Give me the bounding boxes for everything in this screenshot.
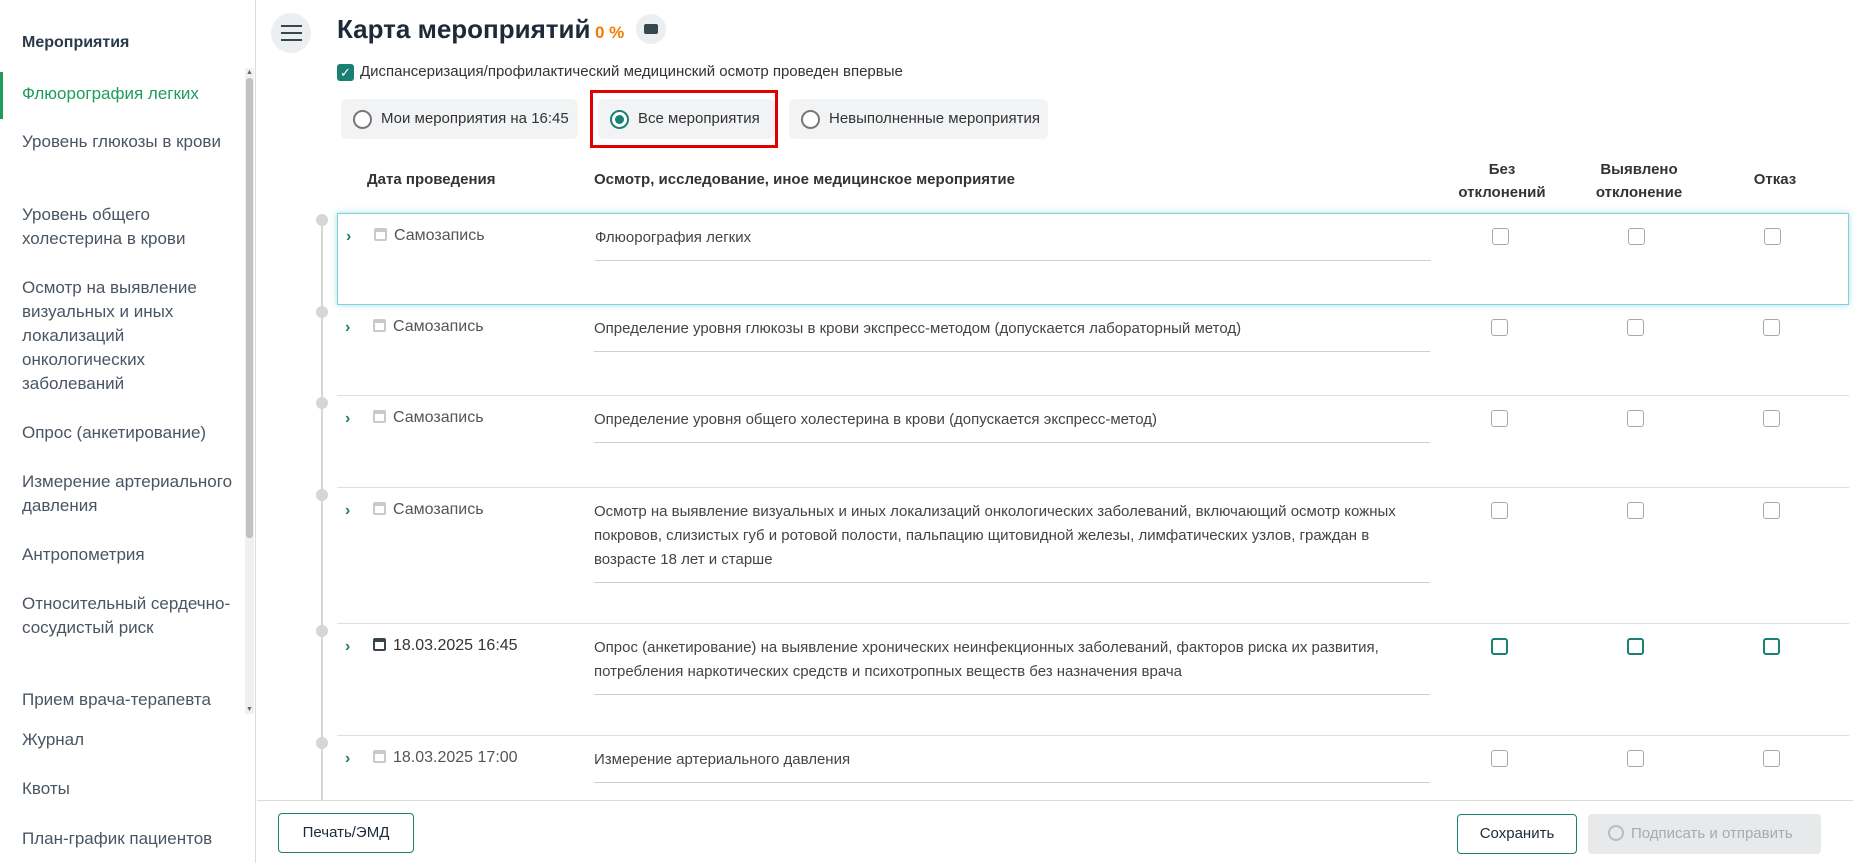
- sidebar-item-blood-pressure[interactable]: Измерение артериального давления: [0, 470, 244, 518]
- table-row[interactable]: › 18.03.2025 17:00 Измерение артериально…: [337, 736, 1849, 800]
- table-row[interactable]: › Самозапись Определение уровня глюкозы …: [337, 305, 1849, 396]
- sidebar-item-oncology-exam[interactable]: Осмотр на выявление визуальных и иных ло…: [0, 276, 244, 396]
- col-deviation: Выявлено отклонение: [1595, 161, 1683, 201]
- row-description: Определение уровня глюкозы в крови экспр…: [594, 317, 1430, 352]
- no-deviation-checkbox[interactable]: [1491, 502, 1508, 519]
- refuse-checkbox[interactable]: [1763, 638, 1780, 655]
- expand-chevron-icon[interactable]: ›: [345, 750, 350, 768]
- refuse-checkbox[interactable]: [1763, 502, 1780, 519]
- sidebar-scrollbar[interactable]: ▲ ▼: [245, 68, 254, 714]
- sign-send-button[interactable]: Подписать и отправить: [1588, 814, 1821, 854]
- no-deviation-checkbox[interactable]: [1491, 319, 1508, 336]
- calendar-icon: [373, 319, 386, 332]
- row-date: 18.03.2025 16:45: [393, 637, 518, 654]
- row-date: Самозапись: [393, 409, 484, 426]
- first-time-label: Диспансеризация/профилактический медицин…: [360, 63, 903, 80]
- sidebar-item-cholesterol[interactable]: Уровень общего холестерина в крови: [0, 203, 244, 251]
- timeline-dot: [316, 306, 328, 318]
- nav-quotas[interactable]: Квоты: [0, 779, 256, 799]
- calendar-icon: [373, 750, 386, 763]
- scroll-down-icon[interactable]: ▼: [245, 705, 254, 714]
- sidebar-item-anthropometry[interactable]: Антропометрия: [0, 543, 244, 567]
- scroll-up-icon[interactable]: ▲: [245, 68, 254, 77]
- first-time-checkbox[interactable]: ✓: [337, 64, 354, 81]
- expand-chevron-icon[interactable]: ›: [345, 319, 350, 337]
- expand-chevron-icon[interactable]: ›: [346, 228, 351, 246]
- sidebar-title: Мероприятия: [22, 34, 130, 51]
- row-description: Измерение артериального давления: [594, 748, 1430, 783]
- deviation-checkbox[interactable]: [1627, 750, 1644, 767]
- row-description: Осмотр на выявление визуальных и иных ло…: [594, 500, 1430, 583]
- deviation-checkbox[interactable]: [1627, 319, 1644, 336]
- nav-patient-schedule[interactable]: План-график пациентов: [0, 829, 256, 849]
- print-emd-button[interactable]: Печать/ЭМД: [278, 813, 414, 853]
- calendar-icon: [374, 228, 387, 241]
- timeline-dot: [316, 625, 328, 637]
- sidebar: Мероприятия Флюорография легких Уровень …: [0, 0, 256, 863]
- sidebar-item-glucose[interactable]: Уровень глюкозы в крови: [0, 130, 244, 154]
- radio-icon: [801, 110, 820, 129]
- timeline-dot: [316, 489, 328, 501]
- highlight-frame: [590, 90, 778, 148]
- sidebar-item-fluorography[interactable]: Флюорография легких: [0, 72, 244, 119]
- radio-icon: [353, 110, 372, 129]
- table-row[interactable]: › Самозапись Осмотр на выявление визуаль…: [337, 488, 1849, 624]
- sidebar-item-survey[interactable]: Опрос (анкетирование): [0, 421, 244, 445]
- table-row[interactable]: › Самозапись Флюорография легких: [337, 213, 1849, 305]
- calendar-icon: [373, 638, 386, 651]
- col-no-deviation: Без отклонений: [1458, 161, 1546, 201]
- refuse-checkbox[interactable]: [1763, 319, 1780, 336]
- deviation-checkbox[interactable]: [1627, 502, 1644, 519]
- refuse-checkbox[interactable]: [1764, 228, 1781, 245]
- nav-journal[interactable]: Журнал: [0, 730, 256, 750]
- filter-my-events[interactable]: Мои мероприятия на 16:45: [341, 99, 578, 139]
- sidebar-item-cardio-risk[interactable]: Относительный сердечно-сосудистый риск: [0, 592, 244, 640]
- sidebar-item-therapist[interactable]: Прием врача-терапевта: [0, 688, 244, 712]
- scrollbar-thumb[interactable]: [246, 78, 253, 538]
- row-date: 18.03.2025 17:00: [393, 749, 518, 766]
- timeline-dot: [316, 214, 328, 226]
- calendar-icon: [373, 410, 386, 423]
- row-description: Опрос (анкетирование) на выявление хрони…: [594, 636, 1430, 695]
- keyboard-icon[interactable]: [636, 14, 666, 44]
- refuse-checkbox[interactable]: [1763, 410, 1780, 427]
- row-description: Определение уровня общего холестерина в …: [594, 408, 1430, 443]
- row-date: Самозапись: [393, 318, 484, 335]
- timeline-dot: [316, 737, 328, 749]
- expand-chevron-icon[interactable]: ›: [345, 638, 350, 656]
- progress-percent: 0 %: [595, 23, 625, 42]
- page-title: Карта мероприятий: [337, 14, 591, 44]
- row-description: Флюорография легких: [595, 226, 1431, 261]
- no-deviation-checkbox[interactable]: [1492, 228, 1509, 245]
- no-deviation-checkbox[interactable]: [1491, 638, 1508, 655]
- calendar-icon: [373, 502, 386, 515]
- no-deviation-checkbox[interactable]: [1491, 750, 1508, 767]
- col-date: Дата проведения: [367, 171, 496, 188]
- row-date: Самозапись: [393, 501, 484, 518]
- col-refuse: Отказ: [1753, 171, 1797, 188]
- save-button[interactable]: Сохранить: [1457, 814, 1577, 854]
- table-row[interactable]: › 18.03.2025 16:45 Опрос (анкетирование)…: [337, 624, 1849, 736]
- signature-icon: [1608, 825, 1624, 841]
- menu-icon[interactable]: [271, 13, 311, 53]
- sidebar-list: Флюорография легких Уровень глюкозы в кр…: [0, 68, 244, 714]
- deviation-checkbox[interactable]: [1628, 228, 1645, 245]
- expand-chevron-icon[interactable]: ›: [345, 502, 350, 520]
- footer-bar: Печать/ЭМД Сохранить Подписать и отправи…: [257, 800, 1853, 863]
- refuse-checkbox[interactable]: [1763, 750, 1780, 767]
- row-date: Самозапись: [394, 227, 485, 244]
- expand-chevron-icon[interactable]: ›: [345, 410, 350, 428]
- filter-pending-events[interactable]: Невыполненные мероприятия: [789, 99, 1048, 139]
- no-deviation-checkbox[interactable]: [1491, 410, 1508, 427]
- timeline-dot: [316, 397, 328, 409]
- deviation-checkbox[interactable]: [1627, 410, 1644, 427]
- table-row[interactable]: › Самозапись Определение уровня общего х…: [337, 396, 1849, 488]
- deviation-checkbox[interactable]: [1627, 638, 1644, 655]
- col-event: Осмотр, исследование, иное медицинское м…: [594, 171, 1015, 188]
